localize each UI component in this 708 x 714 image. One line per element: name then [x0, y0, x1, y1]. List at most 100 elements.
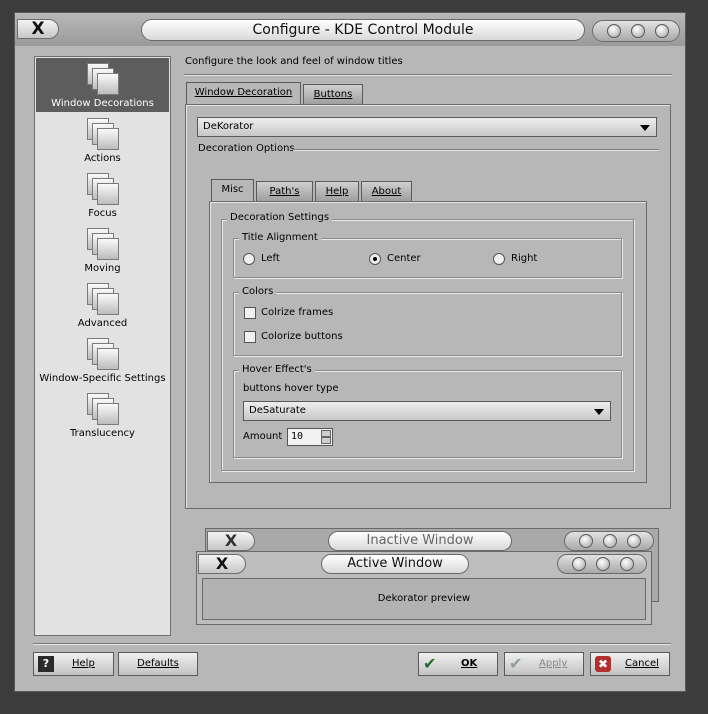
align-left-label[interactable]: Left: [261, 253, 280, 264]
help-button-label: Help: [72, 658, 95, 669]
bottom-divider: [33, 643, 671, 645]
active-title-text: Active Window: [347, 556, 443, 571]
title-alignment-label: Title Alignment: [239, 232, 321, 243]
decoration-combo[interactable]: DeKorator: [197, 117, 657, 137]
sidebar-item-advanced[interactable]: Advanced: [36, 278, 169, 332]
align-center-label[interactable]: Center: [387, 253, 421, 264]
tab-buttons[interactable]: Buttons: [303, 84, 363, 104]
amount-spinbox[interactable]: 10: [287, 428, 333, 446]
align-left-radio[interactable]: [243, 253, 255, 265]
inactive-title-text: Inactive Window: [366, 533, 474, 548]
active-title: Active Window: [321, 554, 469, 574]
cancel-icon: ✖: [595, 656, 611, 672]
window-title: Configure - KDE Control Module: [141, 19, 585, 41]
module-icon: [87, 393, 119, 425]
sticky-button[interactable]: [655, 24, 669, 38]
align-right-label[interactable]: Right: [511, 253, 537, 264]
chevron-down-icon: [594, 409, 604, 415]
tab-label: Path's: [269, 186, 300, 197]
tab-help[interactable]: Help: [315, 181, 359, 201]
decoration-options-label: Decoration Options: [198, 143, 295, 154]
active-close-button: X: [198, 554, 246, 574]
module-header: Configure the look and feel of window ti…: [185, 56, 403, 67]
sidebar-item-moving[interactable]: Moving: [36, 223, 169, 277]
sidebar-item-label: Window Decorations: [51, 98, 154, 109]
tab-about[interactable]: About: [361, 181, 412, 201]
align-right-radio[interactable]: [493, 253, 505, 265]
sidebar-item-label: Focus: [88, 208, 117, 219]
hover-type-combo[interactable]: DeSaturate: [243, 401, 611, 421]
defaults-button-label: Defaults: [137, 658, 179, 669]
check-icon: ✔: [509, 654, 523, 673]
apply-button-label: Apply: [539, 658, 568, 669]
inactive-buttons: [564, 531, 654, 551]
tab-window-decoration[interactable]: Window Decoration: [186, 82, 301, 105]
cancel-button-label: Cancel: [625, 658, 659, 669]
button-circle-icon: [603, 534, 617, 548]
colorize-frames-checkbox[interactable]: [244, 307, 256, 319]
sidebar-item-label: Advanced: [77, 318, 128, 329]
colorize-frames-label[interactable]: Colrize frames: [261, 307, 333, 318]
amount-label: Amount: [243, 431, 283, 442]
apply-button[interactable]: ✔ Apply: [504, 652, 584, 676]
spin-down-icon[interactable]: [321, 437, 331, 444]
sidebar-item-label: Window-Specific Settings: [39, 373, 166, 384]
window-title-text: Configure - KDE Control Module: [252, 22, 474, 38]
chevron-down-icon: [640, 125, 650, 131]
window-close-button[interactable]: X: [17, 19, 59, 39]
close-icon: X: [215, 554, 229, 573]
tab-label: Window Decoration: [194, 87, 293, 98]
header-divider: [184, 74, 672, 76]
button-circle-icon: [620, 557, 634, 571]
preview-body: Dekorator preview: [202, 578, 646, 620]
preview-body-text: Dekorator preview: [377, 593, 471, 604]
ok-button[interactable]: ✔ OK: [418, 652, 498, 676]
help-icon: ?: [38, 656, 54, 672]
module-icon: [87, 173, 119, 205]
module-icon: [87, 338, 119, 370]
sidebar-item-window-decorations[interactable]: Window Decorations: [36, 58, 169, 112]
main-window: X Configure - KDE Control Module Window …: [14, 12, 686, 692]
spin-up-icon[interactable]: [321, 430, 331, 437]
sidebar-item-label: Translucency: [70, 428, 135, 439]
button-circle-icon: [627, 534, 641, 548]
colorize-buttons-label[interactable]: Colorize buttons: [261, 331, 343, 342]
cancel-button[interactable]: ✖ Cancel: [590, 652, 670, 676]
preview-active-window: X Active Window Dekorator preview: [196, 551, 652, 625]
hover-effects-label: Hover Effect's: [239, 364, 315, 375]
tab-label: About: [371, 186, 402, 197]
tab-label: Help: [325, 186, 349, 197]
colorize-buttons-checkbox[interactable]: [244, 331, 256, 343]
inactive-close-button: X: [207, 531, 255, 551]
module-icon: [87, 118, 119, 150]
active-buttons: [557, 554, 647, 574]
sidebar: Window Decorations Actions Focus Moving …: [34, 56, 171, 636]
decoration-settings-label: Decoration Settings: [227, 212, 333, 223]
close-icon: X: [224, 531, 238, 550]
colors-label: Colors: [239, 286, 277, 297]
defaults-button[interactable]: Defaults: [118, 652, 198, 676]
colors-group: [233, 292, 622, 356]
window-buttons: [592, 20, 680, 42]
module-icon: [87, 228, 119, 260]
tab-misc[interactable]: Misc: [211, 179, 254, 202]
sidebar-item-label: Actions: [84, 153, 121, 164]
sidebar-item-label: Moving: [84, 263, 121, 274]
tab-label: Misc: [221, 184, 244, 195]
tab-label: Buttons: [313, 89, 353, 100]
button-circle-icon: [579, 534, 593, 548]
sidebar-item-translucency[interactable]: Translucency: [36, 388, 169, 442]
module-icon: [87, 63, 119, 95]
amount-value: 10: [291, 431, 304, 442]
maximize-button[interactable]: [631, 24, 645, 38]
ok-button-label: OK: [461, 658, 478, 669]
sidebar-item-window-specific-settings[interactable]: Window-Specific Settings: [36, 333, 169, 387]
align-center-radio[interactable]: [369, 253, 381, 265]
button-circle-icon: [572, 557, 586, 571]
tab-paths[interactable]: Path's: [256, 181, 313, 201]
minimize-button[interactable]: [607, 24, 621, 38]
sidebar-item-focus[interactable]: Focus: [36, 168, 169, 222]
help-button[interactable]: ? Help: [33, 652, 114, 676]
sidebar-item-actions[interactable]: Actions: [36, 113, 169, 167]
hover-type-value: DeSaturate: [249, 405, 306, 416]
